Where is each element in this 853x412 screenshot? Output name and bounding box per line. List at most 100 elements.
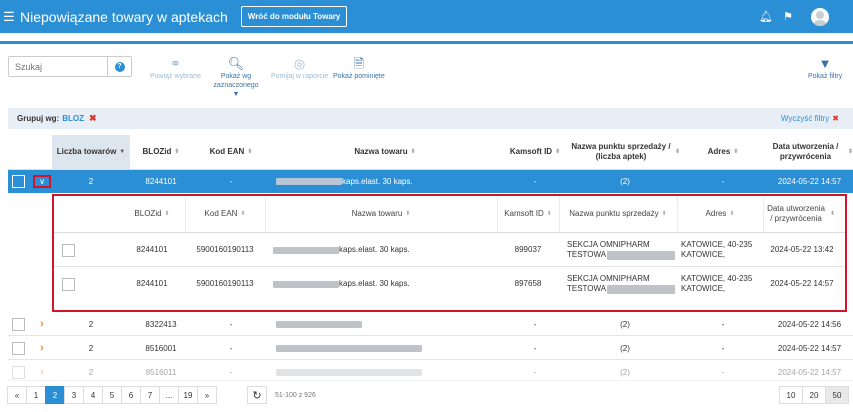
row-count: 2	[88, 319, 94, 329]
row-bloz: 8244101	[145, 176, 177, 186]
row-date: 2024-05-22 14:56	[777, 319, 842, 329]
group-by-value: BLOZ	[62, 114, 84, 123]
chevron-right-icon[interactable]: ›	[40, 366, 44, 378]
sub-column-point[interactable]: Nazwa punktu sprzedaży ⬍	[559, 196, 677, 232]
sub-row-checkbox[interactable]	[61, 243, 75, 257]
row-point: (2)	[620, 176, 630, 186]
page-prev-button[interactable]: «	[7, 386, 27, 404]
sub-column-date[interactable]: Data utworzenia / przywrócenia ⬍	[765, 196, 835, 232]
show-skipped-button[interactable]: 🗎 Pokaż pominięte	[333, 55, 385, 81]
eye-off-icon: ◎	[293, 56, 306, 71]
row-ean: -	[229, 367, 233, 377]
flag-icon[interactable]: ⚑	[777, 10, 799, 23]
row-checkbox[interactable]	[11, 317, 25, 331]
caret-down-icon[interactable]: ▼	[213, 90, 259, 99]
page-button-active[interactable]: 2	[45, 386, 65, 404]
row-date: 2024-05-22 14:57	[777, 343, 842, 353]
page-title: Niepowiązane towary w aptekach	[20, 8, 228, 25]
sub-row-checkbox[interactable]	[61, 277, 75, 291]
row-point: (2)	[620, 319, 630, 329]
sub-column-address[interactable]: Adres ⬍	[677, 196, 763, 232]
column-header-kamsoft[interactable]: Kamsoft ID ⬍	[500, 135, 570, 169]
sub-row-date: 2024-05-22 13:42	[770, 245, 834, 254]
row-ean: -	[229, 319, 233, 329]
question-icon: ?	[114, 61, 125, 72]
page-next-button[interactable]: »	[197, 386, 217, 404]
header-divider	[0, 41, 853, 44]
link-selected-button[interactable]: ⚭ Powiąż wybrane	[150, 55, 201, 81]
sub-column-name[interactable]: Nazwa towaru ⬍	[265, 196, 497, 232]
page-range-text: 51-100 z 926	[275, 392, 316, 399]
bell-icon[interactable]: 🔔︎	[755, 10, 777, 23]
row-checkbox[interactable]	[11, 174, 25, 188]
page-button[interactable]: 7	[140, 386, 160, 404]
sub-row-point-line1: SEKCJA OMNIPHARM	[567, 274, 650, 283]
page-ellipsis: ...	[159, 386, 179, 404]
page-button[interactable]: 3	[64, 386, 84, 404]
sub-row-ean: 5900160190113	[196, 245, 254, 254]
subtable-row[interactable]: 8244101 5900160190113 kaps.elast. 30 kap…	[54, 233, 845, 267]
page-button[interactable]: 6	[121, 386, 141, 404]
page-size-selector: 10 20 50	[779, 386, 849, 404]
sub-column-ean[interactable]: Kod EAN ⬍	[185, 196, 265, 232]
page-size-button[interactable]: 10	[779, 386, 803, 404]
sub-column-kamsoft[interactable]: Kamsoft ID ⬍	[497, 196, 559, 232]
remove-group-icon[interactable]: ✖	[89, 113, 97, 124]
user-avatar[interactable]	[811, 7, 829, 26]
sub-row-address-line1: KATOWICE, 40-235	[681, 240, 753, 249]
row-name: kaps.elast. 30 kaps.	[342, 176, 413, 186]
collapse-row-button[interactable]: ∨	[33, 174, 51, 188]
chevron-right-icon[interactable]: ›	[40, 342, 44, 354]
row-bloz: 8516001	[145, 343, 177, 353]
redacted-text	[607, 250, 676, 260]
back-to-products-button[interactable]: Wróć do modułu Towary	[240, 6, 348, 27]
show-filters-button[interactable]: ▼ Pokaż filtry	[808, 55, 842, 81]
row-kamsoft: -	[533, 176, 537, 186]
detail-subtable: BLOZid ⬍ Kod EAN ⬍ Nazwa towaru ⬍ Kamsoft I…	[52, 194, 847, 312]
column-header-ean[interactable]: Kod EAN ⬍	[192, 135, 270, 169]
table-row[interactable]: ∨ 2 8244101 - kaps.elast. 30 kaps. - (2)…	[8, 170, 853, 193]
table-row[interactable]: › 2 8516001 - - (2) - 2024-05-22 14:57	[8, 337, 853, 360]
document-icon: 🗎	[353, 56, 365, 71]
row-bloz: 8516011	[145, 367, 177, 377]
page-button[interactable]: 1	[26, 386, 46, 404]
column-header-count[interactable]: Liczba towarów ▼	[52, 135, 130, 169]
row-point: (2)	[620, 343, 630, 353]
clear-filters-button[interactable]: Wyczyść filtry ✖	[781, 114, 839, 123]
sub-row-point-line2: TESTOWA	[567, 284, 607, 293]
column-header-address[interactable]: Adres ⬍	[680, 135, 766, 169]
search-icon: 🔍︎	[227, 56, 245, 71]
page-size-button[interactable]: 20	[802, 386, 826, 404]
column-header-bloz[interactable]: BLOZid ⬍	[130, 135, 192, 169]
redacted-text	[607, 284, 676, 294]
refresh-button[interactable]: ↻	[247, 386, 267, 404]
page-button[interactable]: 19	[178, 386, 198, 404]
sub-column-bloz[interactable]: BLOZid ⬍	[121, 196, 183, 232]
row-kamsoft: -	[533, 319, 537, 329]
sub-row-ean: 5900160190113	[196, 279, 254, 288]
table-row[interactable]: › 2 8516011 - - (2) - 2024-05-22 14:57	[8, 361, 853, 381]
row-checkbox[interactable]	[11, 365, 25, 379]
sub-row-address-line2: KATOWICE,	[681, 284, 726, 293]
row-checkbox[interactable]	[11, 341, 25, 355]
search-help-button[interactable]: ?	[107, 57, 131, 76]
table-row[interactable]: › 2 8322413 - - (2) - 2024-05-22 14:56	[8, 313, 853, 336]
row-date: 2024-05-22 14:57	[777, 367, 842, 377]
page-button[interactable]: 4	[83, 386, 103, 404]
redacted-text	[273, 280, 339, 288]
chevron-right-icon[interactable]: ›	[40, 318, 44, 330]
page-button[interactable]: 5	[102, 386, 122, 404]
column-header-date[interactable]: Data utworzenia / przywrócenia ⬍	[766, 135, 853, 169]
subtable-row[interactable]: 8244101 5900160190113 kaps.elast. 30 kap…	[54, 267, 845, 301]
column-header-name[interactable]: Nazwa towaru ⬍	[270, 135, 500, 169]
column-header-point[interactable]: Nazwa punktu sprzedaży / (liczba aptek) ⬍	[570, 135, 680, 169]
search-input[interactable]	[9, 57, 107, 76]
link-icon: ⚭	[170, 56, 181, 71]
skip-in-report-button[interactable]: ◎ Pomijaj w raporcie	[271, 55, 328, 81]
row-date: 2024-05-22 14:57	[777, 176, 842, 186]
hamburger-icon[interactable]: ☰	[3, 10, 17, 23]
close-icon: ✖	[832, 114, 839, 123]
show-by-selected-button[interactable]: 🔍︎ Pokaż wg zaznaczonego ▼	[213, 55, 259, 99]
page-size-button-active[interactable]: 50	[825, 386, 849, 404]
row-address: -	[721, 176, 725, 186]
